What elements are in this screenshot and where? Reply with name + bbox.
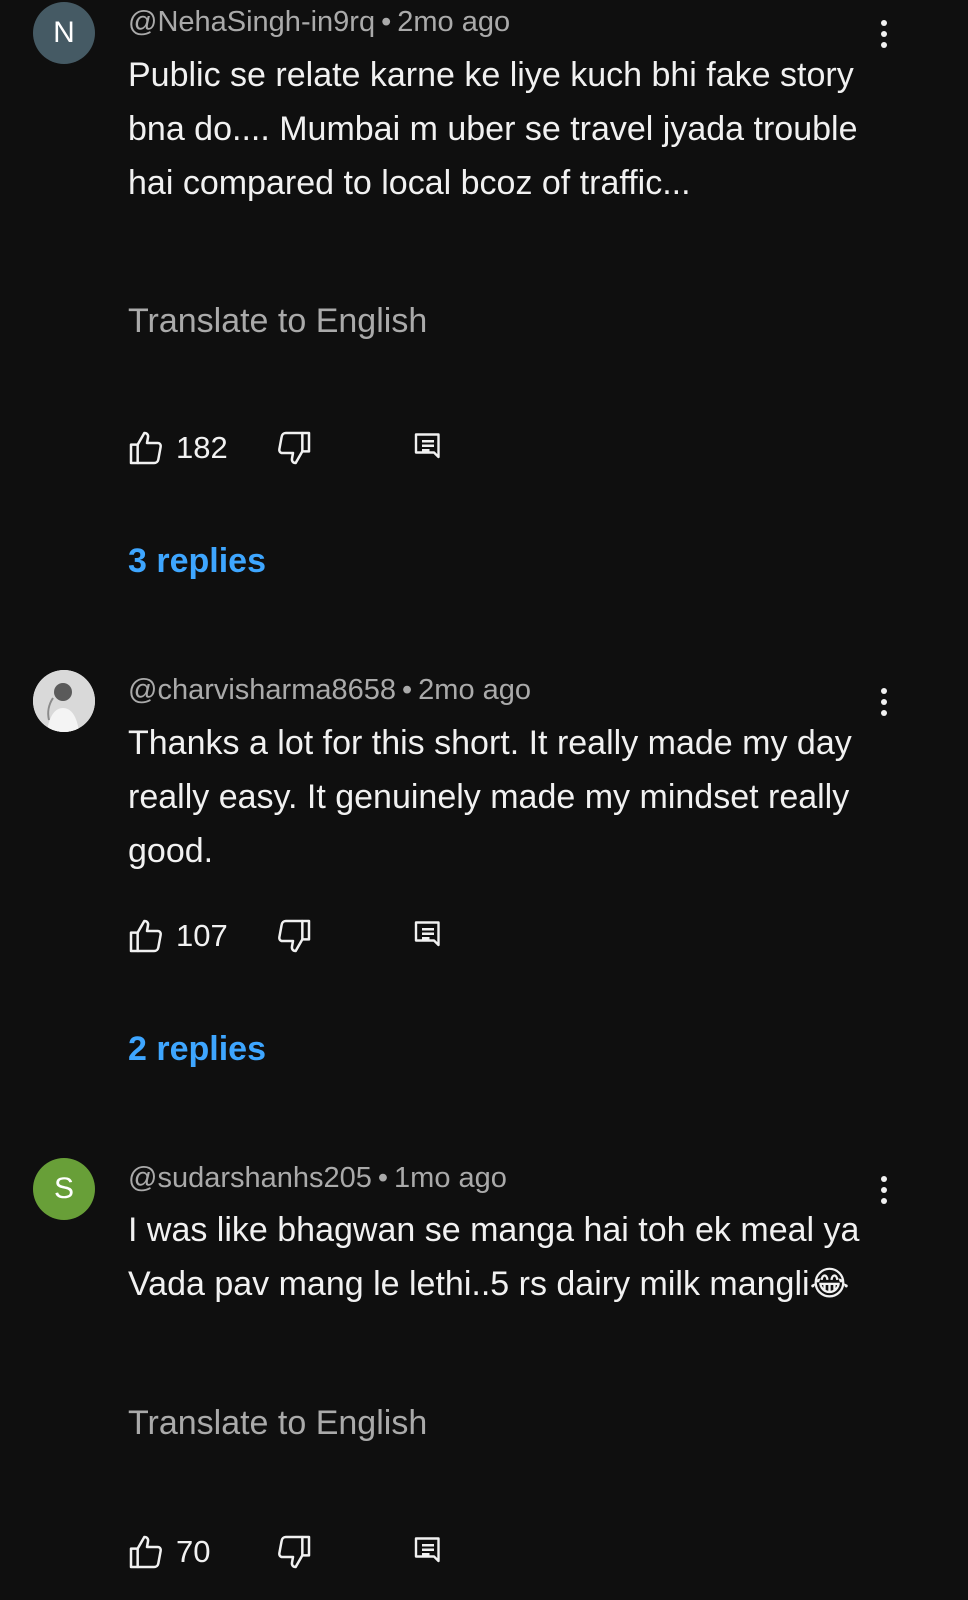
more-vertical-icon — [881, 20, 887, 26]
comment-author[interactable]: @charvisharma8658 — [128, 674, 396, 706]
like-count: 70 — [176, 1534, 211, 1569]
translate-button[interactable]: Translate to English — [128, 302, 427, 341]
meta-separator: • — [377, 1162, 389, 1194]
meta-separator: • — [381, 6, 392, 38]
like-count: 182 — [176, 430, 228, 465]
comment-text: Thanks a lot for this short. It really m… — [128, 724, 852, 870]
reply-comment-icon — [410, 430, 446, 466]
avatar-photo — [33, 670, 95, 732]
laughing-emoji: 😂 — [809, 1264, 850, 1304]
comment-actions: 107 — [126, 916, 466, 960]
comment-actions: 70 — [126, 1532, 466, 1576]
view-replies-button[interactable]: 2 replies — [128, 1030, 266, 1069]
comment-text: Public se relate karne ke liye kuch bhi … — [128, 56, 858, 202]
comment-text-content: I was like bhagwan se manga hai toh ek m… — [128, 1211, 860, 1303]
more-vertical-icon-dot — [881, 699, 887, 705]
comment-time[interactable]: 2mo ago — [397, 6, 510, 38]
comment-meta: @charvisharma8658 • 2mo ago — [128, 674, 531, 707]
thumbs-up-icon — [126, 1532, 166, 1572]
thumbs-down-icon — [274, 428, 314, 468]
translate-button[interactable]: Translate to English — [128, 1404, 427, 1443]
reply-button[interactable] — [410, 918, 446, 954]
avatar[interactable]: S — [33, 1158, 95, 1220]
comment-time[interactable]: 1mo ago — [394, 1162, 507, 1194]
comment-author[interactable]: @sudarshanhs205 — [128, 1162, 372, 1194]
more-vertical-icon-dot — [881, 31, 887, 37]
thumbs-up-icon — [126, 428, 166, 468]
comment-meta: @NehaSingh-in9rq • 2mo ago — [128, 6, 510, 39]
dislike-button[interactable] — [274, 428, 314, 468]
like-button[interactable]: 107 — [126, 916, 228, 956]
thumbs-down-icon — [274, 916, 314, 956]
like-count: 107 — [176, 918, 228, 953]
avatar-letter: S — [53, 1172, 74, 1205]
view-replies-button[interactable]: 3 replies — [128, 542, 266, 581]
dislike-button[interactable] — [274, 1532, 314, 1572]
reply-comment-icon — [410, 1534, 446, 1570]
thumbs-up-icon — [126, 916, 166, 956]
avatar[interactable]: N — [33, 2, 95, 64]
comment-author[interactable]: @NehaSingh-in9rq — [128, 6, 375, 38]
avatar-letter: N — [53, 16, 75, 49]
comment-text: I was like bhagwan se manga hai toh ek m… — [128, 1203, 908, 1311]
like-button[interactable]: 182 — [126, 428, 228, 468]
reply-button[interactable] — [410, 1534, 446, 1570]
like-button[interactable]: 70 — [126, 1532, 210, 1572]
meta-separator: • — [402, 674, 413, 706]
more-vertical-icon — [881, 1176, 887, 1182]
dislike-button[interactable] — [274, 916, 314, 956]
comment-time[interactable]: 2mo ago — [418, 674, 531, 706]
more-vertical-icon-dot — [881, 1187, 887, 1193]
more-vertical-icon — [881, 688, 887, 694]
reply-comment-icon — [410, 918, 446, 954]
comment-actions: 182 — [126, 428, 466, 472]
reply-button[interactable] — [410, 430, 446, 466]
thumbs-down-icon — [274, 1532, 314, 1572]
comment-meta: @sudarshanhs205 • 1mo ago — [128, 1162, 507, 1195]
avatar[interactable] — [33, 670, 95, 732]
